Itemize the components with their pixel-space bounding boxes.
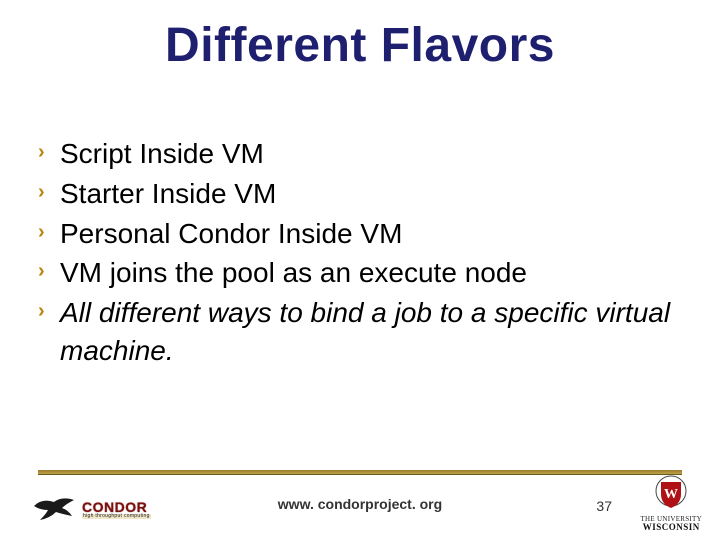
page-number: 37 bbox=[596, 498, 612, 514]
footer-url: www. condorproject. org bbox=[0, 496, 720, 512]
bullet-item: › All different ways to bind a job to a … bbox=[38, 294, 682, 370]
slide-title: Different Flavors bbox=[0, 18, 720, 73]
slide: Different Flavors › Script Inside VM › S… bbox=[0, 0, 720, 540]
bullet-text: All different ways to bind a job to a sp… bbox=[60, 294, 682, 370]
bullet-text: VM joins the pool as an execute node bbox=[60, 254, 682, 292]
chevron-icon: › bbox=[38, 254, 60, 285]
chevron-icon: › bbox=[38, 175, 60, 206]
footer-divider bbox=[38, 470, 682, 476]
bullet-text: Personal Condor Inside VM bbox=[60, 215, 682, 253]
wisconsin-crest-icon: W bbox=[653, 474, 689, 514]
bullet-item: › Script Inside VM bbox=[38, 135, 682, 173]
chevron-icon: › bbox=[38, 215, 60, 246]
bullet-list: › Script Inside VM › Starter Inside VM ›… bbox=[38, 135, 682, 372]
bullet-text: Starter Inside VM bbox=[60, 175, 682, 213]
bullet-item: › VM joins the pool as an execute node bbox=[38, 254, 682, 292]
wisconsin-logo: W THE UNIVERSITY WISCONSIN bbox=[640, 474, 702, 532]
condor-tagline: high throughput computing bbox=[82, 514, 151, 519]
bullet-text: Script Inside VM bbox=[60, 135, 682, 173]
bullet-item: › Starter Inside VM bbox=[38, 175, 682, 213]
svg-text:W: W bbox=[664, 487, 678, 502]
chevron-icon: › bbox=[38, 294, 60, 325]
chevron-icon: › bbox=[38, 135, 60, 166]
bullet-item: › Personal Condor Inside VM bbox=[38, 215, 682, 253]
wisconsin-label-bottom: WISCONSIN bbox=[643, 522, 700, 532]
